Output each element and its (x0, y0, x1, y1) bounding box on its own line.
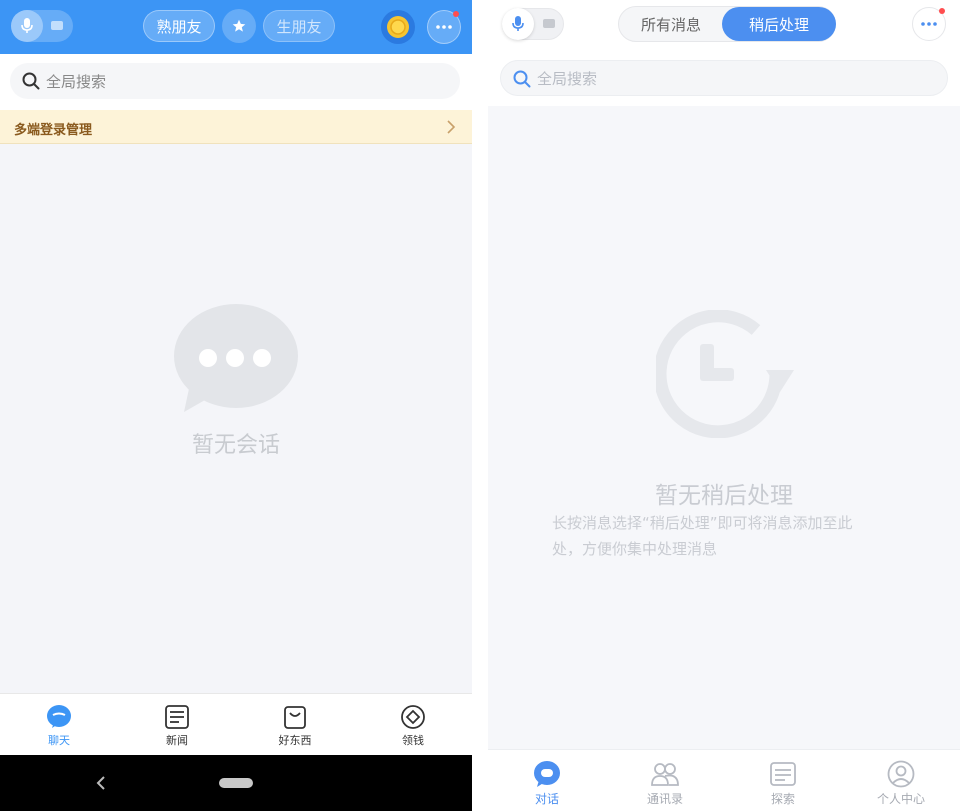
clock-later-icon (656, 310, 794, 438)
tab-conversations[interactable]: 对话 (512, 760, 582, 807)
more-dots-icon (436, 25, 452, 29)
voice-text-toggle[interactable] (502, 8, 564, 40)
chat-icon (534, 761, 560, 787)
notification-badge (453, 11, 459, 17)
tab-conversations-label: 对话 (534, 792, 559, 806)
search-input[interactable]: 全局搜索 (500, 60, 948, 96)
keyboard-icon[interactable] (51, 21, 63, 30)
chevron-right-icon (447, 120, 456, 134)
tab-new-friends-label: 生朋友 (276, 17, 322, 36)
tab-profile[interactable]: 个人中心 (864, 760, 938, 807)
tab-earn-label: 领钱 (402, 734, 424, 747)
tab-contacts-label: 通讯录 (646, 792, 683, 806)
system-nav-bar (0, 755, 472, 811)
microphone-icon[interactable] (502, 8, 534, 40)
multi-device-banner[interactable]: 多端登录管理 (0, 110, 472, 144)
news-icon (165, 705, 189, 729)
empty-state-title: 暂无稍后处理 (655, 483, 793, 509)
segment-later[interactable]: 稍后处理 (722, 7, 836, 41)
tab-new-friends[interactable]: 生朋友 (263, 10, 335, 42)
tab-chat[interactable]: 聊天 (29, 704, 89, 748)
star-button[interactable] (222, 9, 256, 43)
top-bar: 所有消息 稍后处理 (488, 0, 960, 52)
notification-badge (939, 8, 945, 14)
more-dots-icon (921, 22, 937, 26)
search-placeholder: 全局搜索 (46, 73, 107, 91)
bottom-tab-bar: 对话 通讯录 探索 个人中心 (488, 749, 960, 811)
search-placeholder: 全局搜索 (537, 70, 598, 88)
left-screen: 熟朋友 生朋友 全局搜索 多端登录管理 暂无会话 聊天 新闻 好东西 领钱 (0, 0, 472, 811)
voice-text-toggle[interactable] (11, 10, 73, 42)
search-area: 全局搜索 (0, 54, 472, 110)
tab-goods[interactable]: 好东西 (265, 704, 325, 748)
keyboard-icon[interactable] (543, 19, 555, 28)
top-bar: 熟朋友 生朋友 (0, 0, 472, 54)
search-icon (513, 70, 531, 88)
profile-icon (887, 760, 915, 788)
tab-profile-label: 个人中心 (876, 792, 925, 806)
search-icon (22, 72, 40, 90)
search-area: 全局搜索 (488, 52, 960, 106)
tab-explore[interactable]: 探索 (748, 760, 818, 807)
explore-icon (770, 762, 796, 786)
segment-all-messages[interactable]: 所有消息 (619, 7, 723, 41)
right-screen: 所有消息 稍后处理 全局搜索 暂无稍后处理 长按消息选择“稍后处理”即可将消息添… (488, 0, 960, 811)
divider (472, 0, 488, 811)
segmented-control: 所有消息 稍后处理 (618, 6, 836, 42)
tab-familiar-friends[interactable]: 熟朋友 (143, 10, 215, 42)
coin-button[interactable] (381, 10, 415, 44)
segment-later-label: 稍后处理 (748, 15, 809, 34)
empty-state-desc-line1: 长按消息选择“稍后处理”即可将消息添加至此 (552, 514, 853, 532)
tab-news[interactable]: 新闻 (147, 704, 207, 748)
empty-state-text: 暂无会话 (191, 433, 280, 458)
tab-goods-label: 好东西 (278, 734, 312, 747)
coin-icon (387, 16, 409, 38)
tab-news-label: 新闻 (166, 734, 188, 747)
back-icon[interactable] (96, 775, 106, 791)
coin-diamond-icon (401, 705, 425, 729)
segment-all-label: 所有消息 (640, 15, 701, 34)
tab-chat-label: 聊天 (48, 734, 70, 747)
contacts-icon (651, 763, 679, 786)
bottom-tab-bar: 聊天 新闻 好东西 领钱 (0, 693, 472, 755)
microphone-icon[interactable] (11, 10, 43, 42)
tab-familiar-friends-label: 熟朋友 (156, 17, 202, 36)
chat-icon (47, 705, 71, 728)
star-icon (232, 19, 246, 32)
search-input[interactable]: 全局搜索 (10, 63, 460, 99)
empty-state-desc-line2: 处，方便你集中处理消息 (552, 540, 718, 558)
home-pill-icon[interactable] (219, 778, 253, 788)
chat-bubble-icon (174, 304, 298, 412)
shopping-bag-icon (284, 706, 306, 729)
tab-explore-label: 探索 (770, 792, 795, 806)
tab-earn[interactable]: 领钱 (383, 704, 443, 748)
banner-label: 多端登录管理 (14, 123, 93, 138)
tab-contacts[interactable]: 通讯录 (630, 760, 700, 807)
